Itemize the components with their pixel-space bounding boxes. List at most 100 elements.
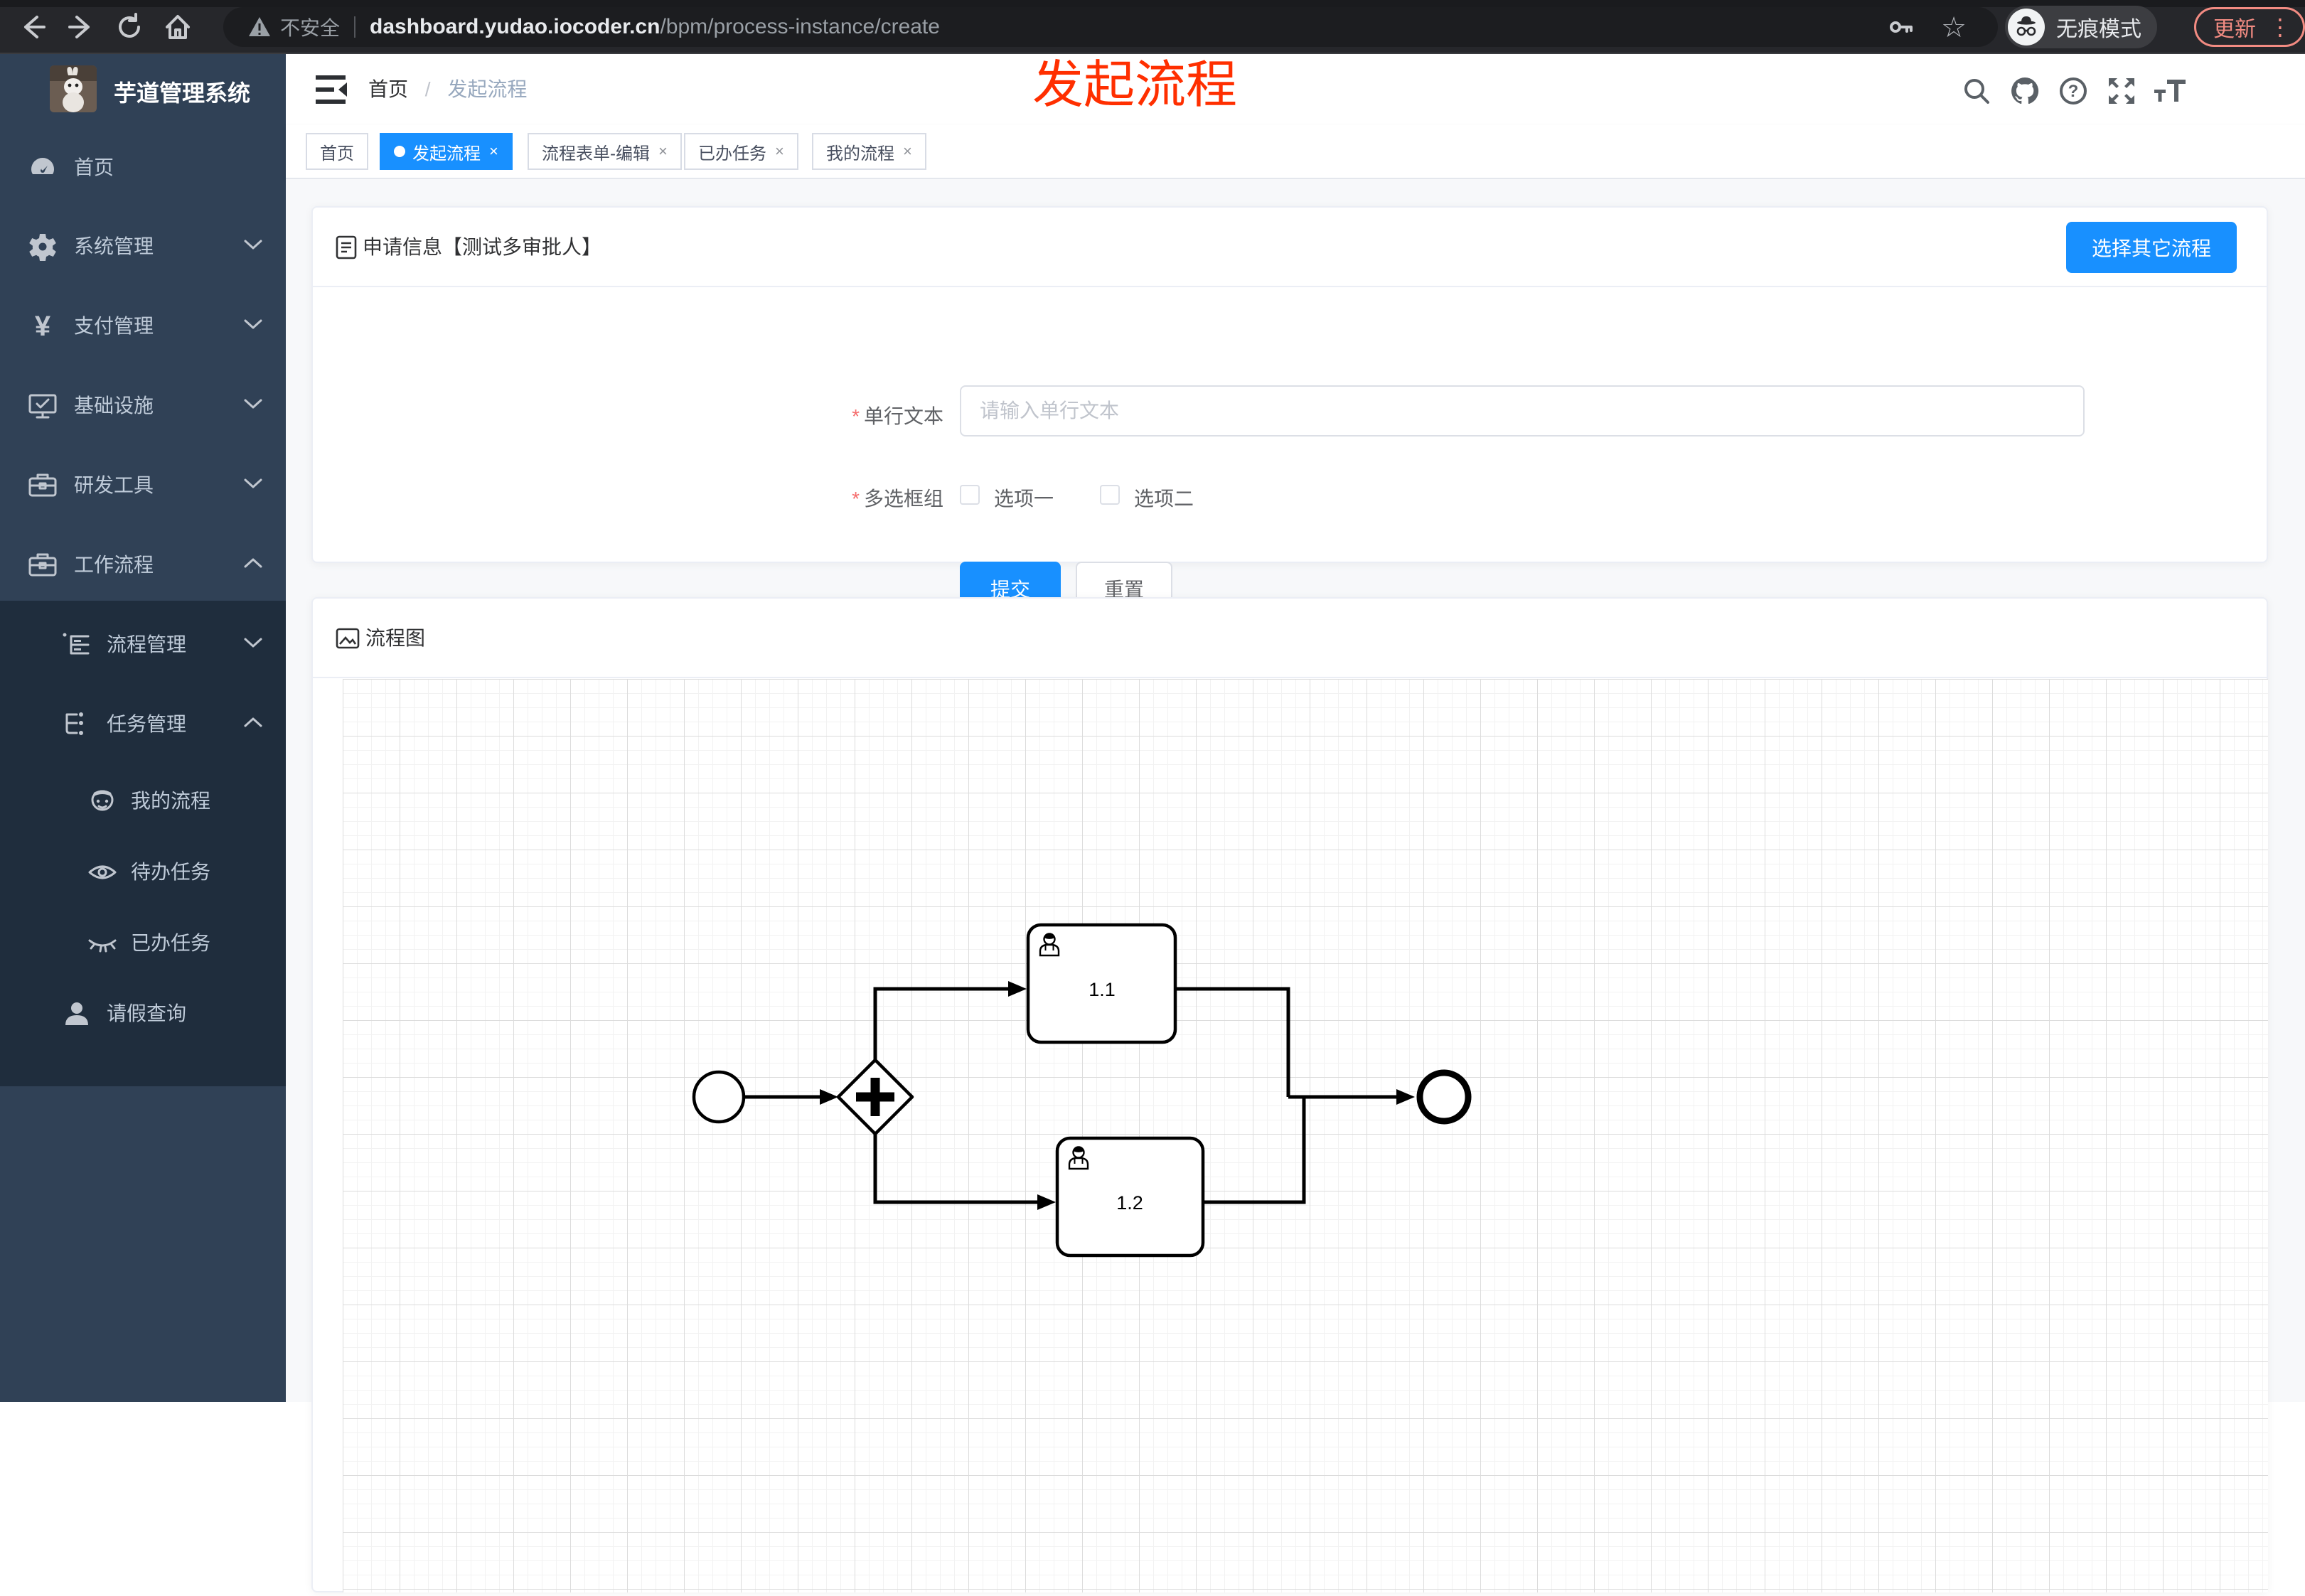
sidebar-item-label: 我的流程 bbox=[131, 790, 211, 812]
tag-label: 首页 bbox=[320, 144, 354, 164]
app-logo bbox=[50, 65, 97, 112]
apply-info-title: 申请信息【测试多审批人】 bbox=[336, 208, 601, 287]
dashboard-icon bbox=[26, 151, 60, 185]
sidebar-item-payment[interactable]: ¥ 支付管理 bbox=[0, 291, 286, 362]
apply-info-card: 申请信息【测试多审批人】 选择其它流程 *单行文本 *多选框组 选项一 选项二 … bbox=[311, 206, 2268, 616]
github-icon[interactable] bbox=[2006, 73, 2043, 109]
chevron-down-icon bbox=[243, 477, 263, 493]
incognito-badge: 无痕模式 bbox=[2005, 6, 2157, 48]
sidebar-item-my-process[interactable]: 我的流程 bbox=[0, 766, 286, 837]
browser-tab-strip bbox=[0, 0, 2305, 7]
browser-menu-dots-icon[interactable]: ⋮ bbox=[2269, 14, 2291, 41]
app-title: 芋道管理系统 bbox=[114, 80, 251, 106]
bpmn-user-task-1[interactable]: 1.1 bbox=[1026, 923, 1177, 1044]
font-size-icon[interactable] bbox=[2151, 73, 2188, 109]
sidebar-item-done-tasks[interactable]: 已办任务 bbox=[0, 908, 286, 979]
browser-back-button[interactable] bbox=[16, 10, 50, 44]
sidebar-item-process-management[interactable]: 流程管理 bbox=[0, 609, 286, 680]
tab-close-icon[interactable]: × bbox=[775, 142, 784, 161]
chevron-down-icon bbox=[243, 397, 263, 414]
svg-text:?: ? bbox=[2068, 82, 2079, 101]
browser-forward-button[interactable] bbox=[64, 10, 98, 44]
sidebar-item-system[interactable]: 系统管理 bbox=[0, 211, 286, 282]
required-asterisk: * bbox=[852, 405, 860, 427]
incognito-label: 无痕模式 bbox=[2056, 18, 2141, 41]
browser-home-button[interactable] bbox=[161, 10, 195, 44]
fullscreen-icon[interactable] bbox=[2103, 73, 2140, 109]
browser-reload-button[interactable] bbox=[112, 10, 146, 44]
page-header: 首页 / 发起流程 ? bbox=[286, 54, 2305, 125]
incognito-icon bbox=[2008, 9, 2045, 45]
chevron-down-icon bbox=[243, 318, 263, 334]
tag-tab-my-process[interactable]: 我的流程 × bbox=[812, 133, 926, 170]
chevron-down-icon bbox=[243, 238, 263, 255]
sidebar-item-dev-tools[interactable]: 研发工具 bbox=[0, 450, 286, 521]
sidebar-item-leave-query[interactable]: 请假查询 bbox=[0, 978, 286, 1049]
task-label: 1.1 bbox=[1089, 979, 1116, 1000]
required-asterisk: * bbox=[852, 488, 860, 510]
bpmn-start-event[interactable] bbox=[692, 1070, 746, 1124]
tag-tab-done-tasks[interactable]: 已办任务 × bbox=[684, 133, 798, 170]
user-icon bbox=[60, 997, 94, 1031]
apply-form: *单行文本 *多选框组 选项一 选项二 提交 重置 bbox=[313, 287, 2267, 616]
sidebar-item-label: 已办任务 bbox=[131, 932, 211, 954]
not-secure-warning-icon bbox=[249, 17, 270, 36]
bpmn-parallel-gateway[interactable] bbox=[836, 1058, 914, 1136]
single-text-input[interactable] bbox=[960, 385, 2085, 437]
key-icon[interactable] bbox=[1887, 13, 1915, 45]
sidebar-item-label: 系统管理 bbox=[74, 235, 154, 257]
tag-label: 已办任务 bbox=[698, 144, 766, 164]
checkbox-option-1-label[interactable]: 选项一 bbox=[994, 483, 1054, 512]
tag-label: 流程表单-编辑 bbox=[542, 144, 650, 164]
yen-icon: ¥ bbox=[34, 311, 51, 342]
tag-tab-create-process[interactable]: 发起流程 × bbox=[380, 133, 513, 170]
search-icon[interactable] bbox=[1958, 73, 1995, 109]
bpmn-end-event[interactable] bbox=[1416, 1069, 1472, 1125]
sidebar-item-label: 基础设施 bbox=[74, 395, 154, 417]
breadcrumb: 首页 / 发起流程 bbox=[368, 54, 527, 125]
url-host: dashboard.yudao.iocoder.cn bbox=[370, 15, 661, 38]
checkbox-option-2[interactable] bbox=[1100, 485, 1120, 505]
sidebar-item-label: 请假查询 bbox=[107, 1002, 187, 1024]
tab-close-icon[interactable]: × bbox=[658, 142, 668, 161]
sidebar-collapse-icon[interactable] bbox=[316, 74, 348, 105]
browser-address-bar[interactable]: 不安全 dashboard.yudao.iocoder.cn/bpm/proce… bbox=[223, 7, 1998, 47]
bookmark-star-icon[interactable]: ☆ bbox=[1941, 11, 1967, 44]
tag-label: 发起流程 bbox=[412, 144, 481, 164]
tab-close-icon[interactable]: × bbox=[489, 142, 498, 161]
bpmn-canvas[interactable]: 1.1 1.2 bbox=[343, 679, 2268, 1592]
main-content: 申请信息【测试多审批人】 选择其它流程 *单行文本 *多选框组 选项一 选项二 … bbox=[286, 179, 2305, 1592]
sidebar-item-home[interactable]: 首页 bbox=[0, 132, 286, 203]
sidebar-logo-row[interactable]: 芋道管理系统 bbox=[0, 65, 286, 122]
tag-tab-home[interactable]: 首页 bbox=[306, 133, 368, 170]
single-text-label: * 单行文本 bbox=[852, 405, 943, 427]
help-icon[interactable]: ? bbox=[2055, 73, 2092, 109]
sidebar-item-task-management[interactable]: 任务管理 bbox=[0, 689, 286, 760]
eye-closed-icon bbox=[85, 926, 119, 960]
choose-other-process-button[interactable]: 选择其它流程 bbox=[2065, 222, 2237, 273]
url-path: /bpm/process-instance/create bbox=[660, 15, 940, 38]
breadcrumb-home[interactable]: 首页 bbox=[368, 78, 408, 100]
tag-label: 我的流程 bbox=[826, 144, 894, 164]
tab-close-icon[interactable]: × bbox=[903, 142, 912, 161]
tags-view-bar: 首页 发起流程 × 流程表单-编辑 × 已办任务 × 我的流程 × bbox=[286, 125, 2305, 179]
checkbox-option-2-label[interactable]: 选项二 bbox=[1134, 483, 1194, 512]
sidebar-item-todo-tasks[interactable]: 待办任务 bbox=[0, 837, 286, 908]
document-icon bbox=[336, 235, 357, 259]
url-divider bbox=[354, 16, 356, 38]
checkbox-group-label: * 多选框组 bbox=[852, 488, 943, 510]
active-dot bbox=[394, 146, 405, 157]
sidebar-item-label: 任务管理 bbox=[107, 713, 187, 735]
security-label[interactable]: 不安全 bbox=[280, 13, 340, 41]
tag-tab-form-edit[interactable]: 流程表单-编辑 × bbox=[528, 133, 682, 170]
sidebar-item-infrastructure[interactable]: 基础设施 bbox=[0, 370, 286, 441]
sidebar-item-workflow[interactable]: 工作流程 bbox=[0, 530, 286, 601]
sidebar-item-label: 首页 bbox=[74, 156, 114, 178]
sidebar-item-label: 研发工具 bbox=[74, 474, 154, 496]
browser-update-button[interactable]: 更新 ⋮ bbox=[2194, 7, 2305, 47]
sidebar-item-label: 工作流程 bbox=[74, 554, 154, 576]
annotation-overlay: 发起流程 bbox=[1032, 57, 1238, 114]
bpmn-user-task-2[interactable]: 1.2 bbox=[1055, 1136, 1205, 1258]
checkbox-option-1[interactable] bbox=[960, 485, 980, 505]
chevron-up-icon bbox=[243, 557, 263, 573]
